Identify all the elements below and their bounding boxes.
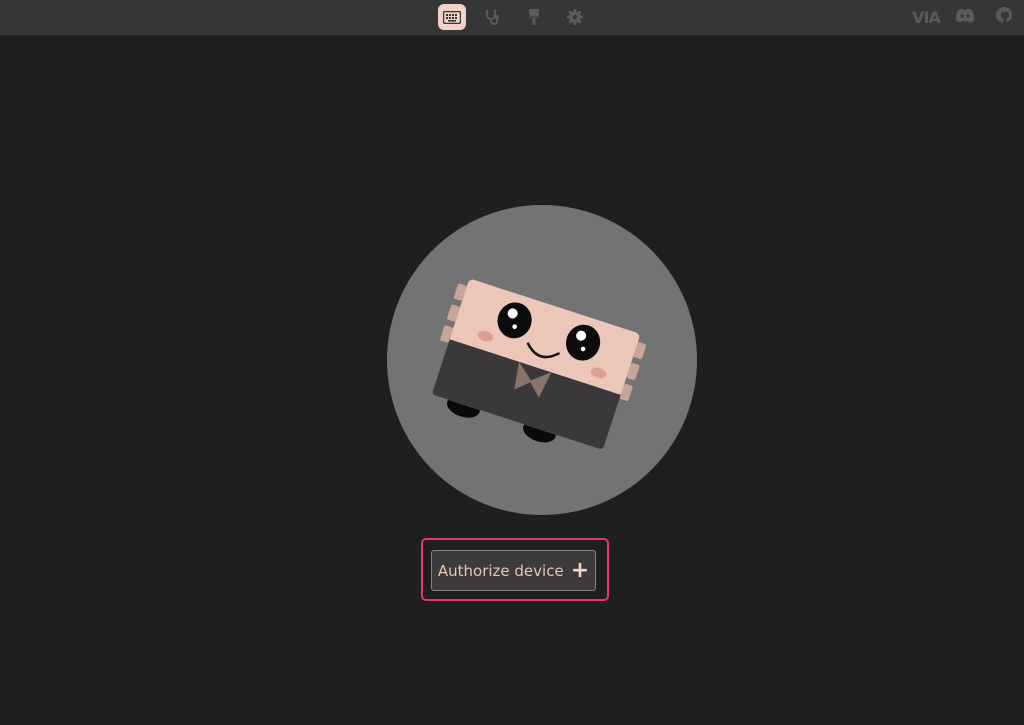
discord-link[interactable] bbox=[952, 5, 978, 29]
keyboard-mascot-illustration bbox=[387, 205, 697, 515]
nav-settings[interactable] bbox=[561, 4, 589, 30]
github-icon bbox=[995, 6, 1013, 28]
stethoscope-icon bbox=[484, 8, 502, 26]
authorize-device-label: Authorize device bbox=[437, 561, 564, 580]
authorize-device-button[interactable]: Authorize device + bbox=[431, 550, 596, 591]
nav-design[interactable] bbox=[520, 4, 548, 30]
via-website-link[interactable]: VIA bbox=[910, 5, 942, 29]
nav-configure[interactable] bbox=[438, 4, 466, 30]
nav-test[interactable] bbox=[479, 4, 507, 30]
plus-icon: + bbox=[570, 557, 590, 583]
via-logo: VIA bbox=[912, 7, 941, 27]
paintbrush-icon bbox=[526, 8, 542, 26]
top-navbar: VIA bbox=[0, 0, 1024, 36]
github-link[interactable] bbox=[991, 5, 1017, 29]
keyboard-icon bbox=[443, 10, 461, 24]
gear-icon bbox=[566, 8, 584, 26]
discord-icon bbox=[955, 8, 975, 27]
